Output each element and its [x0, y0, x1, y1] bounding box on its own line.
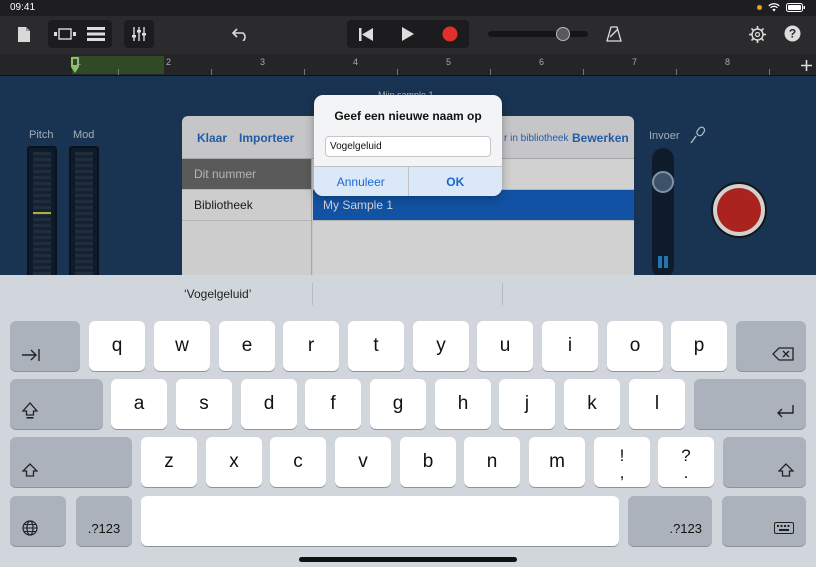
caps-lock-key[interactable] [10, 379, 103, 429]
cancel-button[interactable]: Annuleer [314, 167, 408, 196]
view-toggle-group [48, 20, 112, 48]
ruler-tick-label: 2 [166, 57, 172, 67]
my-songs-icon[interactable] [14, 24, 34, 44]
suggestion-item[interactable]: ‘Vogelgeluid’ [184, 287, 251, 301]
key-o[interactable]: o [607, 321, 663, 371]
key-z[interactable]: z [141, 437, 197, 487]
transport-group [347, 20, 469, 48]
key-j[interactable]: j [499, 379, 555, 429]
home-indicator[interactable] [299, 557, 517, 562]
ruler-tick-label: 6 [539, 57, 545, 67]
name-input[interactable] [325, 136, 491, 157]
instrument-view-icon[interactable] [50, 20, 80, 48]
ruler-tick-label: 7 [632, 57, 638, 67]
ruler-tick-label: 4 [353, 57, 359, 67]
backspace-key[interactable] [736, 321, 806, 371]
onscreen-keyboard: ‘Vogelgeluid’ q w e r t y u i o p a s d … [0, 275, 816, 567]
numbers-key-right[interactable]: .?123 [628, 496, 712, 546]
master-volume-slider[interactable] [488, 27, 588, 41]
ruler-tick-label: 1 [76, 57, 82, 67]
recording-indicator-icon [757, 5, 762, 10]
ruler-tick-label: 8 [725, 57, 731, 67]
battery-icon [786, 3, 805, 12]
shift-key-right[interactable] [723, 437, 806, 487]
dialog-buttons: Annuleer OK [314, 166, 502, 196]
key-v[interactable]: v [335, 437, 391, 487]
key-q[interactable]: q [89, 321, 145, 371]
ruler-tick-label: 3 [260, 57, 266, 67]
clock: 09:41 [10, 2, 36, 13]
key-i[interactable]: i [542, 321, 598, 371]
key-k[interactable]: k [564, 379, 620, 429]
status-bar: 09:41 [0, 0, 816, 16]
svg-text:?: ? [788, 26, 795, 40]
key-w[interactable]: w [154, 321, 210, 371]
help-icon[interactable]: ? [782, 23, 802, 43]
key-n[interactable]: n [464, 437, 520, 487]
play-icon[interactable] [389, 20, 427, 48]
key-bottom-symbol: . [683, 463, 689, 482]
status-icons [757, 3, 806, 12]
key-b[interactable]: b [400, 437, 456, 487]
record-icon[interactable] [431, 20, 469, 48]
key-question-period[interactable]: ? . [658, 437, 714, 487]
key-x[interactable]: x [206, 437, 262, 487]
key-a[interactable]: a [111, 379, 167, 429]
undo-icon[interactable] [230, 24, 252, 44]
key-m[interactable]: m [529, 437, 585, 487]
key-f[interactable]: f [305, 379, 361, 429]
globe-key[interactable] [10, 496, 66, 546]
key-r[interactable]: r [283, 321, 339, 371]
ruler[interactable]: 1 2 3 4 5 6 7 8 [0, 54, 816, 76]
ok-button[interactable]: OK [407, 167, 502, 196]
numbers-key-left[interactable]: .?123 [76, 496, 132, 546]
tracks-view-icon[interactable] [82, 20, 110, 48]
key-exclamation-comma[interactable]: ! , [594, 437, 650, 487]
hide-keyboard-key[interactable] [722, 496, 806, 546]
rename-dialog: Geef een nieuwe naam op Annuleer OK [314, 95, 502, 196]
key-u[interactable]: u [477, 321, 533, 371]
key-g[interactable]: g [370, 379, 426, 429]
dialog-title: Geef een nieuwe naam op [334, 109, 482, 123]
key-bottom-symbol: , [619, 463, 625, 482]
space-bar[interactable] [141, 496, 619, 546]
return-key[interactable] [694, 379, 806, 429]
key-y[interactable]: y [413, 321, 469, 371]
settings-gear-icon[interactable] [746, 23, 768, 45]
metronome-icon[interactable] [603, 23, 625, 45]
key-c[interactable]: c [270, 437, 326, 487]
rewind-icon[interactable] [347, 20, 385, 48]
key-s[interactable]: s [176, 379, 232, 429]
key-l[interactable]: l [629, 379, 685, 429]
key-h[interactable]: h [435, 379, 491, 429]
mixer-button[interactable] [124, 20, 154, 48]
master-volume-knob[interactable] [556, 27, 570, 41]
add-section-icon[interactable] [798, 57, 814, 73]
key-d[interactable]: d [241, 379, 297, 429]
ruler-tick-label: 5 [446, 57, 452, 67]
wifi-icon [768, 3, 780, 12]
suggestion-bar: ‘Vogelgeluid’ [0, 275, 816, 311]
shift-key-left[interactable] [10, 437, 132, 487]
toolbar: ? [0, 16, 816, 54]
mixer-icon [124, 20, 154, 48]
key-p[interactable]: p [671, 321, 727, 371]
tab-key[interactable] [10, 321, 80, 371]
key-e[interactable]: e [219, 321, 275, 371]
key-t[interactable]: t [348, 321, 404, 371]
